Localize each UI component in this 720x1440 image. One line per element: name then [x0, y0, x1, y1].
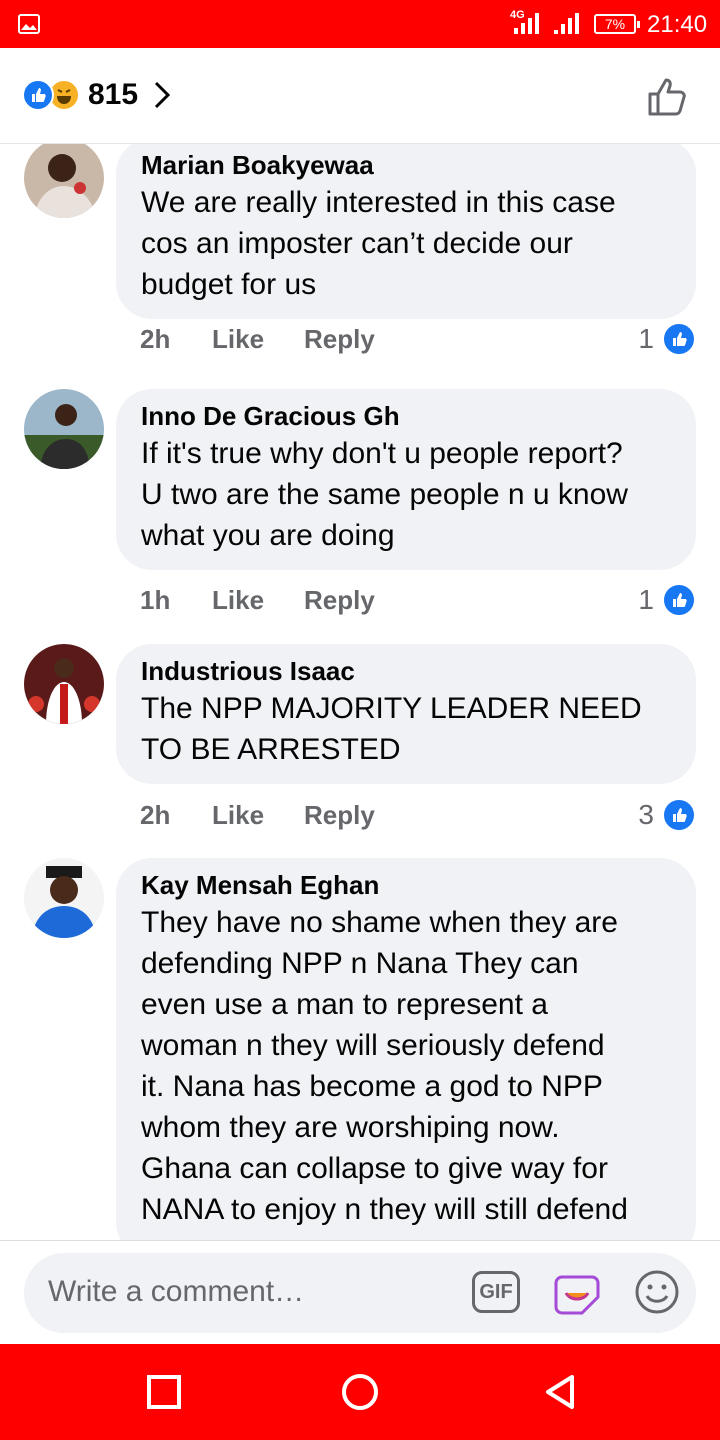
sticker-icon[interactable]: [552, 1267, 602, 1317]
comment-placeholder: Write a comment…: [48, 1275, 305, 1308]
comment-text-line: woman n they will seriously defend: [141, 1029, 605, 1062]
comment-text-line: TO BE ARRESTED: [141, 733, 401, 766]
like-button[interactable]: Like: [212, 585, 304, 616]
battery-icon: 7%: [594, 14, 640, 34]
system-nav-bar: [0, 1344, 720, 1440]
comment-text-line: even use a man to represent a: [141, 988, 548, 1021]
comment-text-line: Ghana can collapse to give way for: [141, 1152, 608, 1185]
comment-author[interactable]: Kay Mensah Eghan: [141, 868, 672, 902]
like-reaction-icon: [22, 79, 54, 111]
reaction-count: 3: [638, 799, 654, 830]
comment-actions: 1h Like Reply: [140, 585, 375, 616]
comment-text-line: cos an imposter can’t decide our: [141, 227, 573, 260]
status-bar: 4G 7% 21:40: [0, 0, 720, 48]
image-icon: [18, 14, 40, 34]
comment-bubble: Marian Boakyewaa We are really intereste…: [116, 144, 696, 319]
comment-text-line: If it's true why don't u people report?: [141, 437, 623, 470]
comment-time: 2h: [140, 324, 171, 354]
reply-button[interactable]: Reply: [304, 585, 375, 616]
comment-text-line: budget for us: [141, 268, 317, 301]
emoji-icon[interactable]: [634, 1269, 680, 1315]
reply-button[interactable]: Reply: [304, 800, 375, 831]
reply-button[interactable]: Reply: [304, 324, 375, 355]
avatar[interactable]: [24, 389, 104, 469]
comment-time: 1h: [140, 585, 171, 615]
reactions-summary[interactable]: 815: [22, 78, 172, 112]
comment-bubble: Kay Mensah Eghan They have no shame when…: [116, 858, 696, 1240]
reactions-header: 815: [0, 48, 720, 144]
signal-icon: [554, 13, 579, 34]
thumbs-up-outline-icon[interactable]: [644, 72, 692, 120]
avatar[interactable]: [24, 144, 104, 218]
comment-input[interactable]: Write a comment… GIF: [24, 1253, 696, 1333]
comment-author[interactable]: Inno De Gracious Gh: [141, 399, 672, 433]
comment-text-line: whom they are worshiping now.: [141, 1111, 560, 1144]
avatar[interactable]: [24, 644, 104, 724]
like-reaction-icon: [662, 583, 696, 617]
comment-reactions[interactable]: 3: [638, 798, 696, 832]
comment-text-line: defending NPP n Nana They can: [141, 947, 579, 980]
back-icon[interactable]: [542, 1374, 578, 1410]
comment-text-line: The NPP MAJORITY LEADER NEED: [141, 692, 642, 725]
comment-author[interactable]: Marian Boakyewaa: [141, 148, 672, 182]
comment-list: Marian Boakyewaa We are really intereste…: [0, 144, 720, 1240]
comment-text-line: NANA to enjoy n they will still defend: [141, 1193, 628, 1226]
comment-author[interactable]: Industrious Isaac: [141, 654, 672, 688]
like-button[interactable]: Like: [212, 800, 304, 831]
comment-bubble: Inno De Gracious Gh If it's true why don…: [116, 389, 696, 570]
comment-actions: 2h Like Reply: [140, 324, 375, 355]
signal-icon: [514, 13, 539, 34]
reaction-count: 1: [638, 323, 654, 354]
reaction-count: 1: [638, 584, 654, 615]
comment-text-line: We are really interested in this case: [141, 186, 616, 219]
gif-button[interactable]: GIF: [472, 1271, 520, 1313]
clock: 21:40: [647, 11, 708, 38]
reaction-count: 815: [88, 78, 139, 111]
comment-text-line: what you are doing: [141, 519, 395, 552]
comment-actions: 2h Like Reply: [140, 800, 375, 831]
comment-composer-area: Write a comment… GIF: [0, 1240, 720, 1344]
like-reaction-icon: [662, 798, 696, 832]
comment-time: 2h: [140, 800, 171, 830]
comment-reactions[interactable]: 1: [638, 583, 696, 617]
avatar[interactable]: [24, 858, 104, 938]
comment-text-line: They have no shame when they are: [141, 906, 618, 939]
home-icon[interactable]: [340, 1372, 380, 1412]
like-button[interactable]: Like: [212, 324, 304, 355]
like-reaction-icon: [662, 322, 696, 356]
comment-reactions[interactable]: 1: [638, 322, 696, 356]
comment-text-line: U two are the same people n u know: [141, 478, 628, 511]
comment-text-line: it. Nana has become a god to NPP: [141, 1070, 603, 1103]
chevron-right-icon: [155, 81, 171, 109]
comment-bubble: Industrious Isaac The NPP MAJORITY LEADE…: [116, 644, 696, 784]
recent-apps-icon[interactable]: [146, 1374, 182, 1410]
